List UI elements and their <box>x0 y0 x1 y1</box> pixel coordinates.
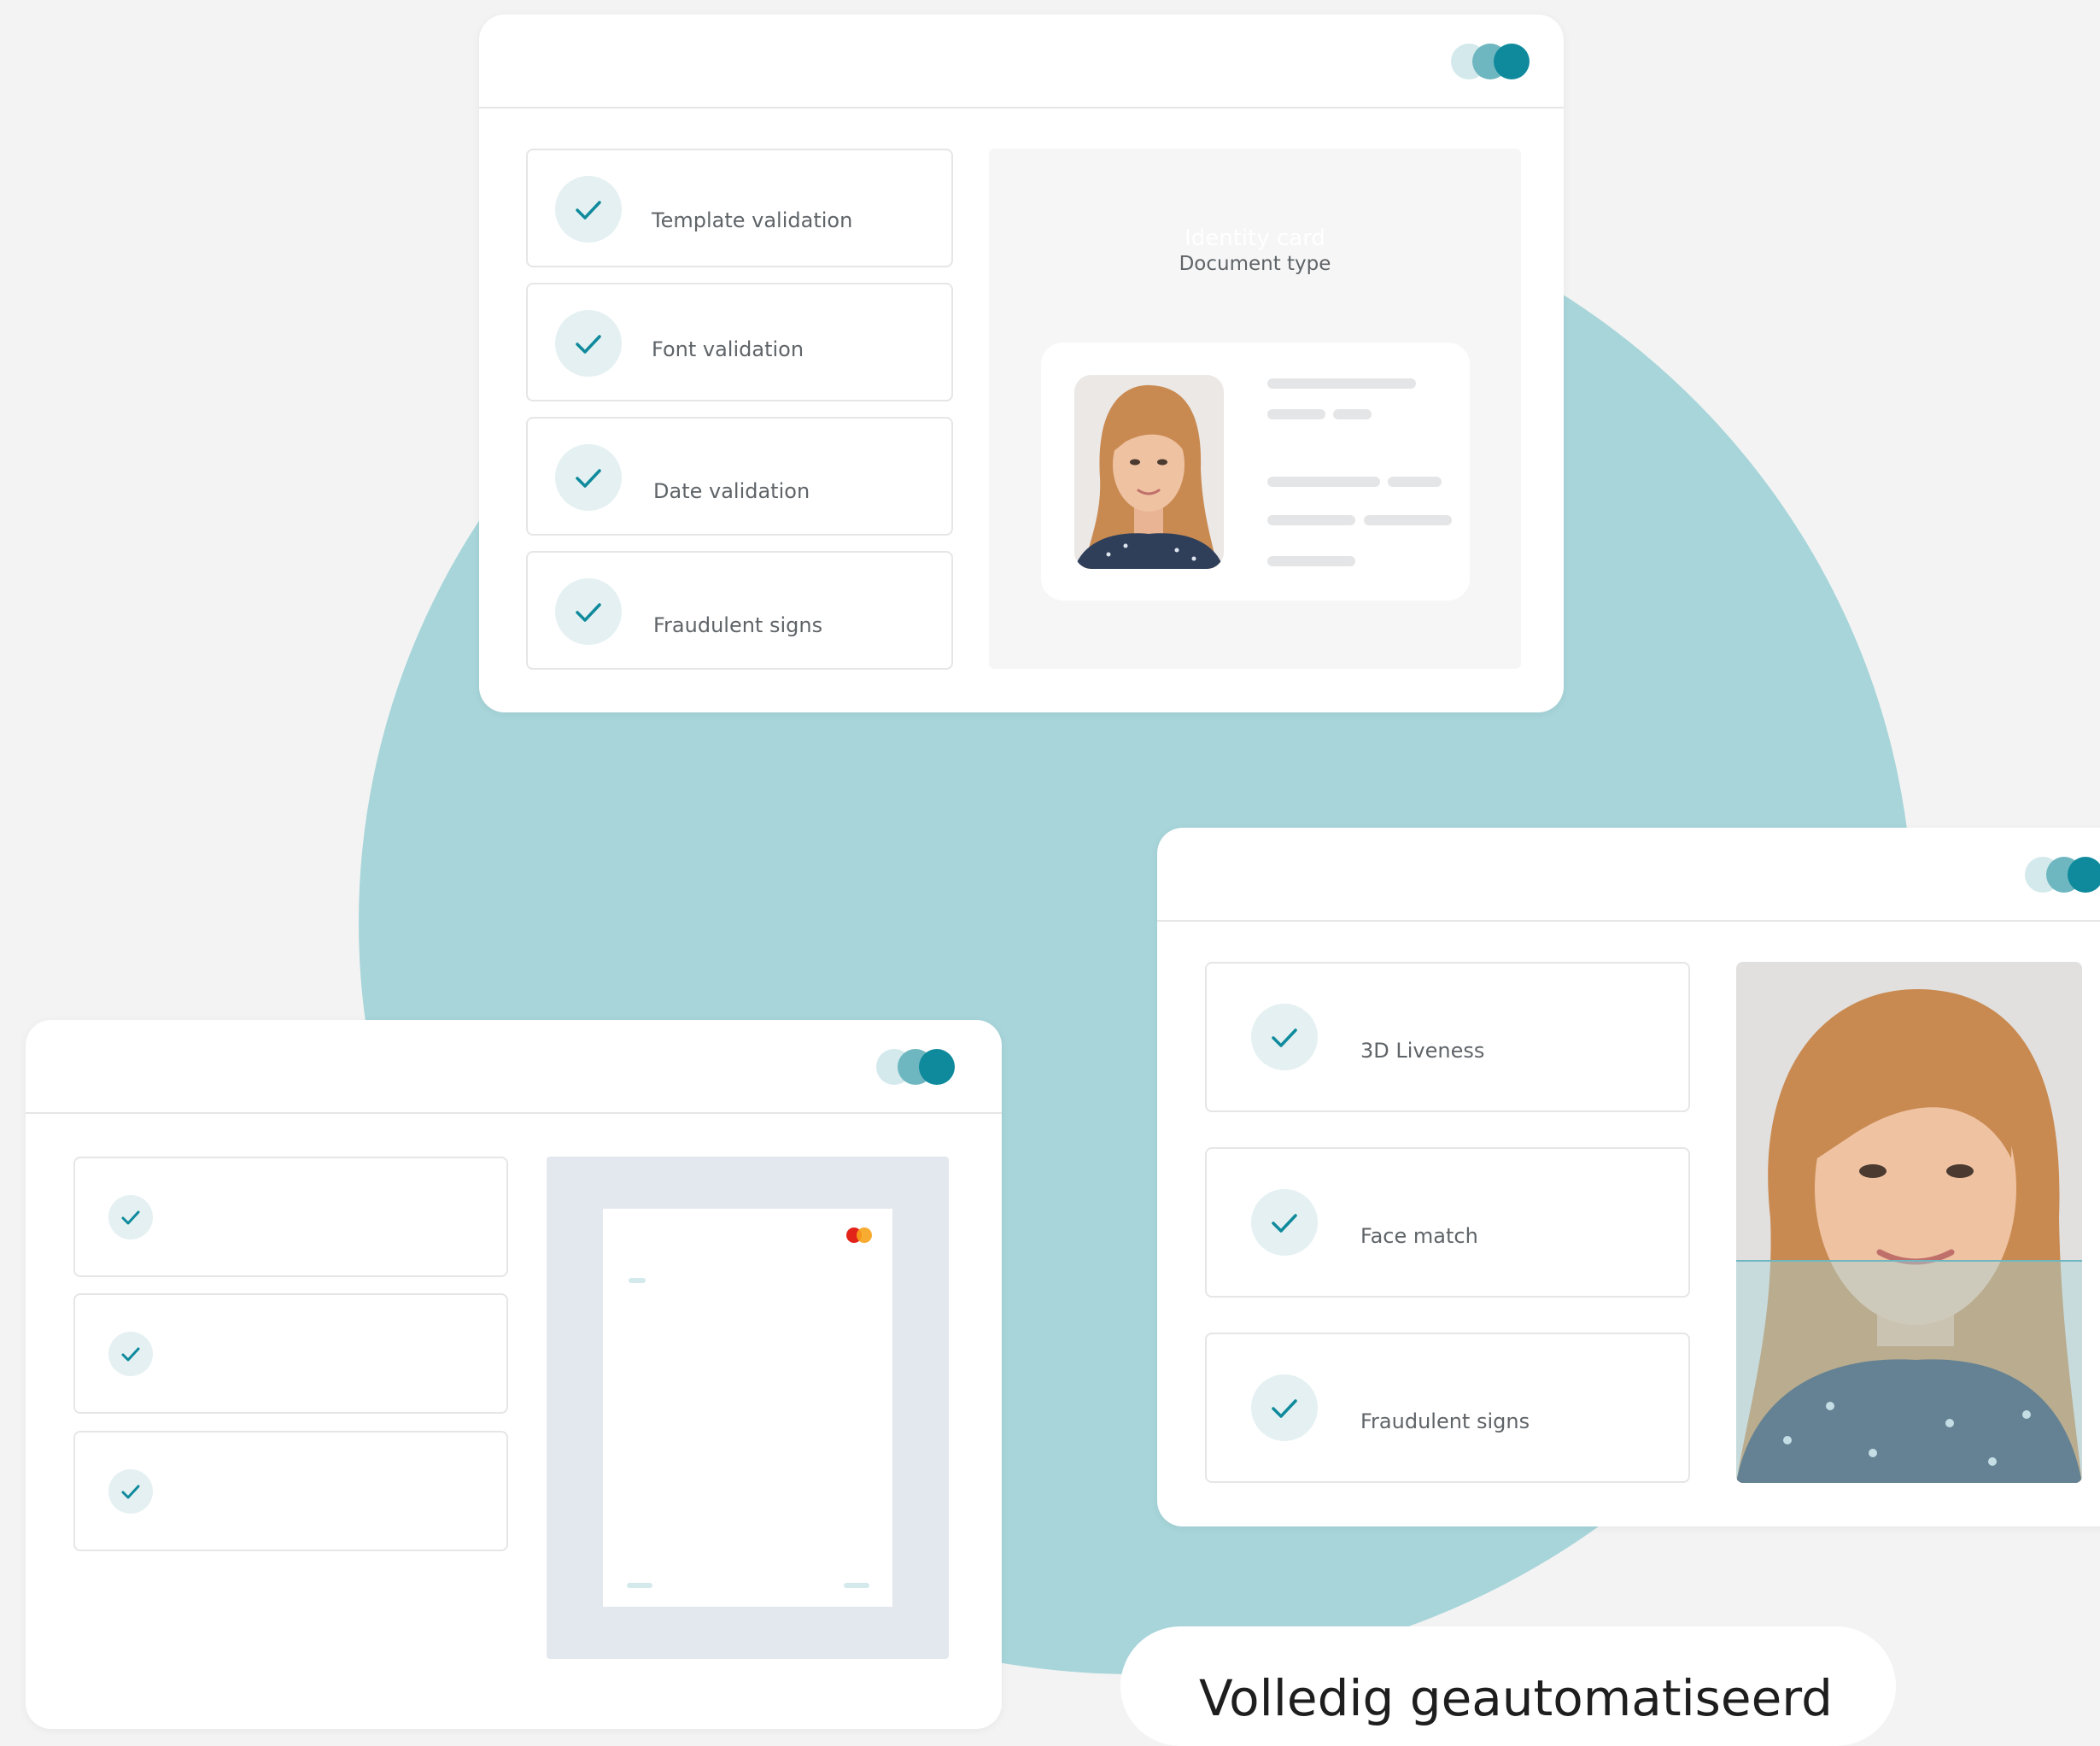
check-icon <box>1251 1189 1318 1256</box>
check-row <box>73 1157 508 1277</box>
check-row-3d-liveness: 3D Liveness <box>1205 962 1690 1112</box>
check-row <box>73 1431 508 1551</box>
statement-tag <box>844 1583 869 1588</box>
statement-page <box>603 1209 892 1607</box>
check-row-template-validation: Template validation <box>526 149 953 267</box>
document-type-label: Document type <box>1179 253 1331 275</box>
bank-statement-preview <box>547 1157 949 1659</box>
document-verification-card: Template validation Font validation Date… <box>479 15 1564 712</box>
check-icon <box>108 1469 153 1514</box>
check-icon <box>1251 1374 1318 1441</box>
check-row-fraudulent-signs: Fraudulent signs <box>1205 1333 1690 1483</box>
check-row-face-match: Face match <box>1205 1147 1690 1298</box>
card-header <box>479 15 1564 108</box>
text-placeholder <box>1267 515 1355 525</box>
face-verification-card: 3D Liveness Face match Fraudulent signs <box>1157 828 2100 1526</box>
check-label: Fraudulent signs <box>653 613 823 637</box>
check-icon <box>555 444 622 511</box>
id-card <box>1041 343 1470 601</box>
check-row-date-validation: Date validation <box>526 417 953 536</box>
text-placeholder <box>1333 409 1372 419</box>
face-scan-photo-icon <box>1736 962 2082 1483</box>
statement-tag <box>629 1278 646 1283</box>
check-icon <box>555 176 622 243</box>
check-icon <box>108 1195 153 1239</box>
check-row-font-validation: Font validation <box>526 283 953 401</box>
window-dots-icon <box>1451 44 1530 79</box>
window-dots-icon <box>2025 857 2100 893</box>
statement-tag <box>627 1583 652 1588</box>
mastercard-logo-icon <box>846 1227 874 1243</box>
text-placeholder <box>1267 409 1325 419</box>
card-header <box>1157 828 2100 922</box>
check-label: Face match <box>1360 1224 1478 1248</box>
text-placeholder <box>1267 477 1380 487</box>
check-icon <box>555 310 622 377</box>
check-label: Font validation <box>652 337 804 361</box>
check-row <box>73 1293 508 1414</box>
card-header <box>26 1020 1002 1114</box>
check-icon <box>555 578 622 645</box>
text-placeholder <box>1267 556 1355 566</box>
bank-verification-card <box>26 1020 1002 1729</box>
check-row-fraudulent-signs: Fraudulent signs <box>526 551 953 670</box>
document-name: Identity card <box>1185 226 1325 251</box>
check-label: Date validation <box>653 479 810 503</box>
text-placeholder <box>1388 477 1442 487</box>
check-label: Fraudulent signs <box>1360 1409 1530 1433</box>
window-dots-icon <box>876 1049 955 1085</box>
check-icon <box>108 1332 153 1376</box>
text-placeholder <box>1364 515 1452 525</box>
text-placeholder <box>1267 378 1416 389</box>
document-preview-panel: Identity card Document type <box>989 149 1521 669</box>
check-label: Template validation <box>652 208 853 232</box>
portrait-photo-icon <box>1074 375 1224 569</box>
caption-pill: Volledig geautomatiseerd <box>1120 1626 1896 1746</box>
check-icon <box>1251 1004 1318 1070</box>
check-label: 3D Liveness <box>1360 1039 1485 1063</box>
caption-text: Volledig geautomatiseerd <box>1199 1669 1833 1727</box>
